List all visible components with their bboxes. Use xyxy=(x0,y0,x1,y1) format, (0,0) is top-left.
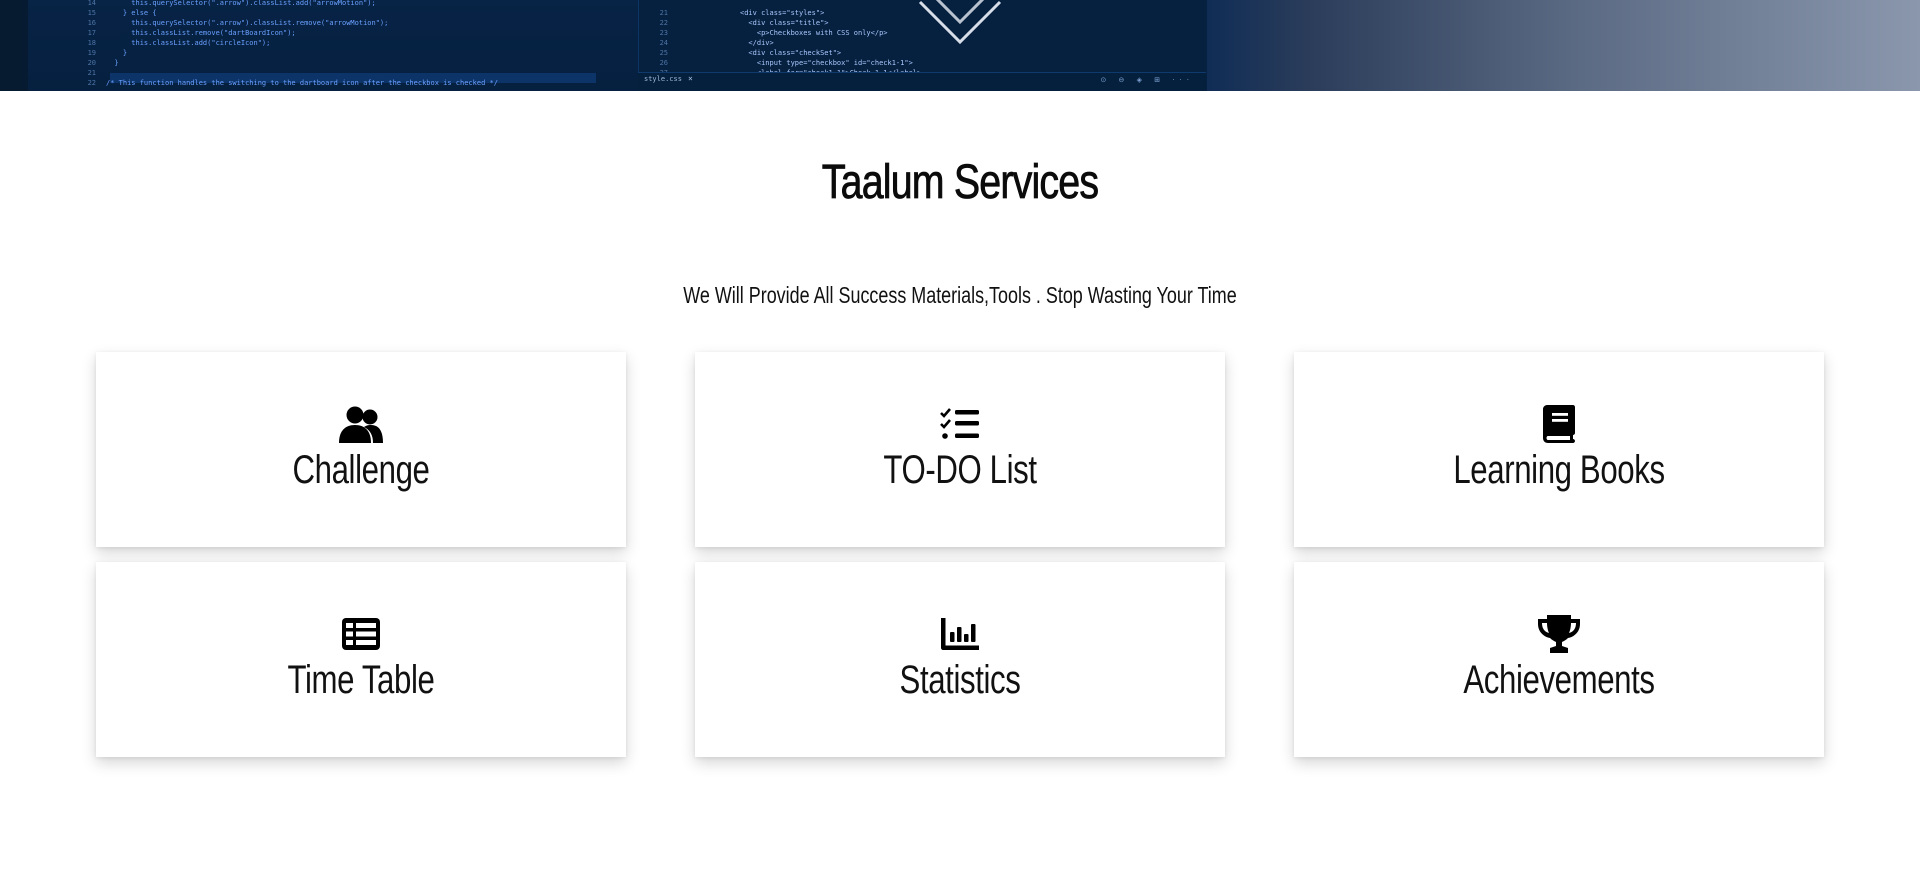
tab-style-css[interactable]: style.css xyxy=(644,75,682,83)
card-label: Time Table xyxy=(287,658,435,702)
services-subtitle: We Will Provide All Success Materials,To… xyxy=(683,282,1237,308)
line-numbers-right: 21 22 23 24 25 26 27 xyxy=(659,9,668,77)
trophy-icon xyxy=(1536,614,1582,654)
code-text-right: <div class="styles"> <div class="title">… xyxy=(740,9,921,77)
editor-toolbar-icons[interactable]: ⊙ ⊖ ◈ ⊞ ··· xyxy=(1100,76,1194,84)
service-card-learning-books[interactable]: Learning Books xyxy=(1294,352,1824,547)
card-label: Statistics xyxy=(899,658,1021,702)
services-title: Taalum Services xyxy=(821,156,1099,210)
book-icon xyxy=(1536,404,1582,444)
service-card-time-table[interactable]: Time Table xyxy=(96,562,626,757)
card-label: Learning Books xyxy=(1453,448,1665,492)
users-icon xyxy=(338,404,384,444)
service-card-todo-list[interactable]: TO-DO List xyxy=(695,352,1225,547)
card-label: Challenge xyxy=(292,448,430,492)
editor-tab-bar: style.css × ⊙ ⊖ ◈ ⊞ ··· xyxy=(638,72,1206,91)
bar-chart-icon xyxy=(937,614,983,654)
chevron-down-icon[interactable] xyxy=(910,0,1010,62)
service-card-achievements[interactable]: Achievements xyxy=(1294,562,1824,757)
card-label: TO-DO List xyxy=(883,448,1037,492)
close-icon[interactable]: × xyxy=(688,74,693,83)
code-text-left: this.querySelector(".arrow").classList.a… xyxy=(106,0,498,87)
line-numbers-left: 14 15 16 17 18 19 20 21 22 xyxy=(87,0,96,87)
service-card-challenge[interactable]: Challenge xyxy=(96,352,626,547)
card-label: Achievements xyxy=(1463,658,1655,702)
hero-banner: 14 15 16 17 18 19 20 21 22 this.querySel… xyxy=(0,0,1920,91)
table-icon xyxy=(338,614,384,654)
tasks-list-icon xyxy=(937,404,983,444)
service-card-statistics[interactable]: Statistics xyxy=(695,562,1225,757)
